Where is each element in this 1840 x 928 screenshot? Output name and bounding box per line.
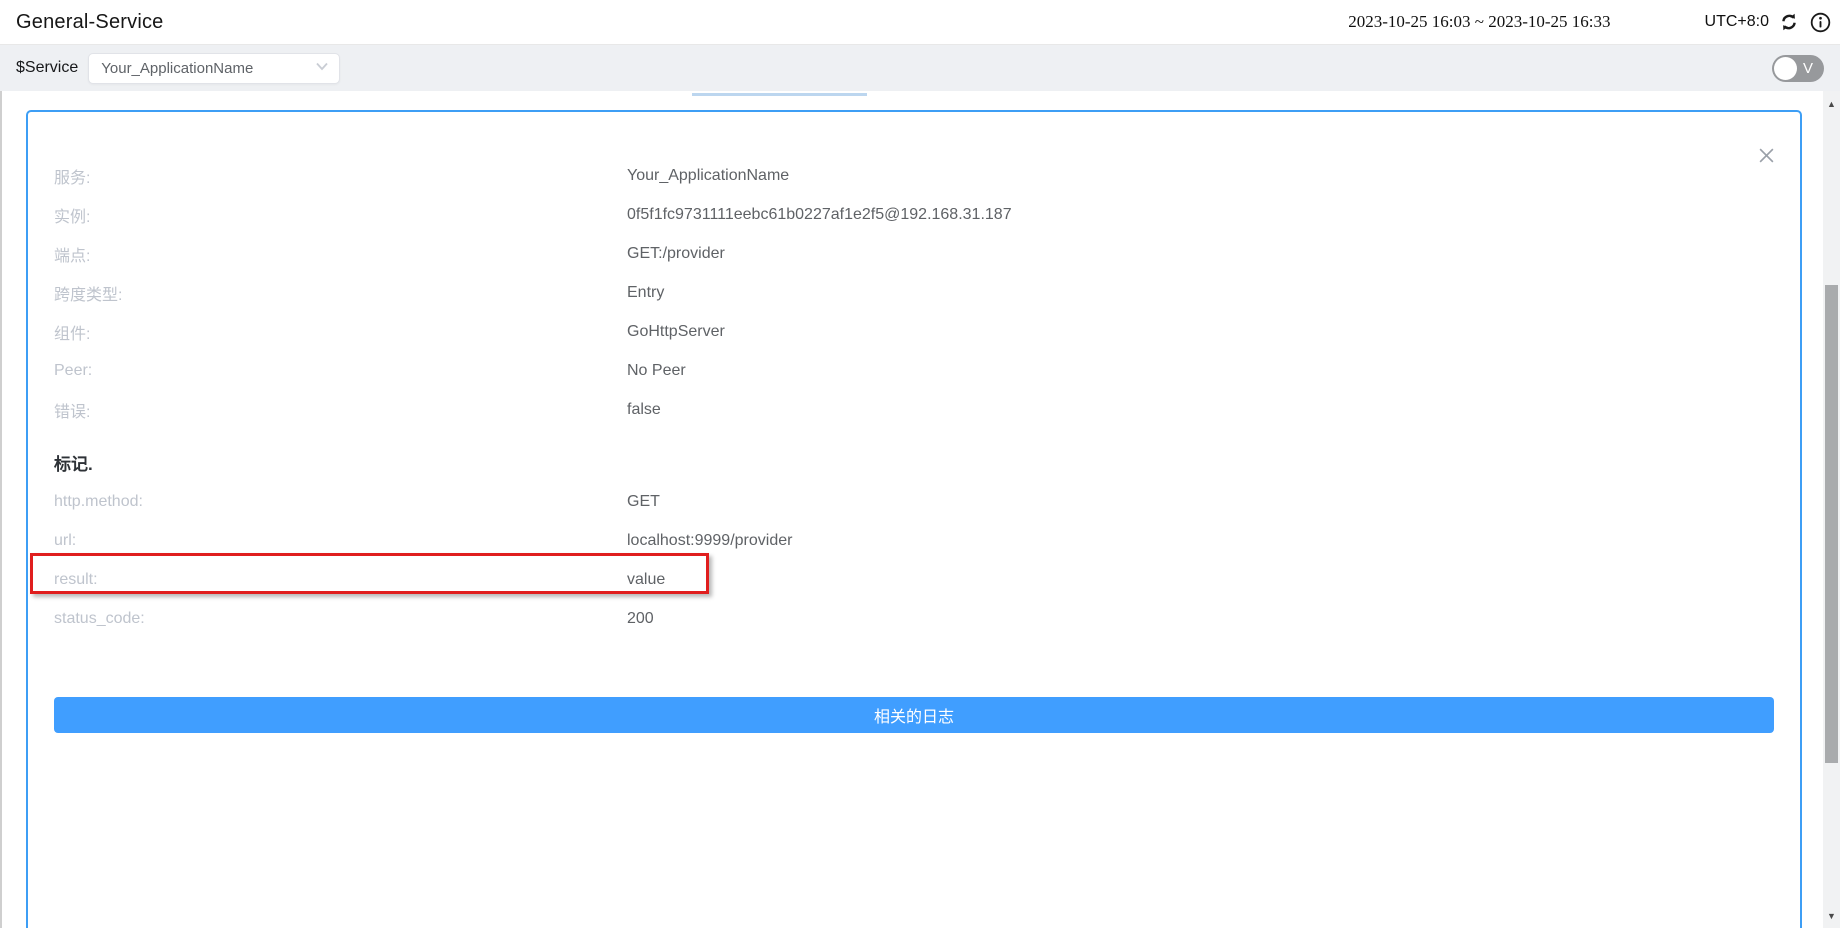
- scrollbar-thumb[interactable]: [1825, 285, 1838, 763]
- tag-value: 200: [627, 610, 654, 628]
- field-row-endpoint: 端点: GET:/provider: [54, 234, 1774, 273]
- related-logs-button[interactable]: 相关的日志: [54, 697, 1774, 733]
- field-label: 跨度类型:: [54, 281, 627, 305]
- field-value: GET:/provider: [627, 245, 725, 263]
- header-right: 2023-10-25 16:03 ~ 2023-10-25 16:33 UTC+…: [1348, 11, 1840, 33]
- field-label: 组件:: [54, 320, 627, 344]
- dashboard: General-Service 2023-10-25 16:03 ~ 2023-…: [0, 0, 1840, 928]
- field-value: 0f5f1fc9731111eebc61b0227af1e2f5@192.168…: [627, 206, 1012, 224]
- tag-row-http-method: http.method: GET: [54, 482, 1774, 521]
- timezone-label[interactable]: UTC+8:0: [1705, 13, 1769, 31]
- tag-value: GET: [627, 493, 660, 511]
- scroll-down-arrow[interactable]: ▼: [1823, 907, 1840, 924]
- field-label: 实例:: [54, 203, 627, 227]
- variables-bar: $Service Your_ApplicationName V: [0, 45, 1840, 91]
- tag-row-url: url: localhost:9999/provider: [54, 521, 1774, 560]
- service-variable-label: $Service: [16, 59, 78, 77]
- field-value: false: [627, 401, 661, 419]
- time-range[interactable]: 2023-10-25 16:03 ~ 2023-10-25 16:33: [1348, 12, 1610, 32]
- service-select-value: Your_ApplicationName: [101, 60, 315, 77]
- toggle-knob: [1774, 57, 1797, 80]
- page-title: General-Service: [16, 11, 164, 34]
- field-label: 错误:: [54, 398, 627, 422]
- page-scrollbar[interactable]: ▲ ▼: [1823, 91, 1840, 928]
- tags-section-title: 标记.: [54, 443, 1774, 482]
- tag-label: result:: [54, 571, 627, 589]
- field-label: 服务:: [54, 164, 627, 188]
- span-detail-modal: 服务: Your_ApplicationName 实例: 0f5f1fc9731…: [26, 110, 1802, 928]
- refresh-icon[interactable]: [1778, 11, 1800, 33]
- close-icon[interactable]: [1756, 145, 1776, 165]
- info-icon[interactable]: [1809, 11, 1831, 33]
- field-row-peer: Peer: No Peer: [54, 351, 1774, 390]
- view-toggle[interactable]: V: [1772, 55, 1824, 82]
- field-value: No Peer: [627, 362, 686, 380]
- tag-label: http.method:: [54, 493, 627, 511]
- chevron-down-icon: [315, 59, 329, 78]
- span-detail-content: 服务: Your_ApplicationName 实例: 0f5f1fc9731…: [28, 112, 1800, 733]
- tag-value: value: [627, 571, 665, 589]
- tag-row-result: result: value: [54, 560, 1774, 599]
- field-row-component: 组件: GoHttpServer: [54, 312, 1774, 351]
- tag-label: status_code:: [54, 610, 627, 628]
- scroll-up-arrow[interactable]: ▲: [1823, 95, 1840, 112]
- field-value: Your_ApplicationName: [627, 167, 789, 185]
- field-label: Peer:: [54, 362, 627, 380]
- field-row-error: 错误: false: [54, 390, 1774, 429]
- field-label: 端点:: [54, 242, 627, 266]
- service-select[interactable]: Your_ApplicationName: [88, 53, 340, 84]
- field-row-span-type: 跨度类型: Entry: [54, 273, 1774, 312]
- background-highlight-strip: [692, 93, 867, 96]
- tag-row-status-code: status_code: 200: [54, 599, 1774, 638]
- tag-label: url:: [54, 532, 627, 550]
- toggle-label: V: [1803, 60, 1813, 77]
- field-value: GoHttpServer: [627, 323, 725, 341]
- field-value: Entry: [627, 284, 664, 302]
- field-row-service: 服务: Your_ApplicationName: [54, 156, 1774, 195]
- header-bar: General-Service 2023-10-25 16:03 ~ 2023-…: [0, 0, 1840, 45]
- tag-value: localhost:9999/provider: [627, 532, 792, 550]
- field-row-instance: 实例: 0f5f1fc9731111eebc61b0227af1e2f5@192…: [54, 195, 1774, 234]
